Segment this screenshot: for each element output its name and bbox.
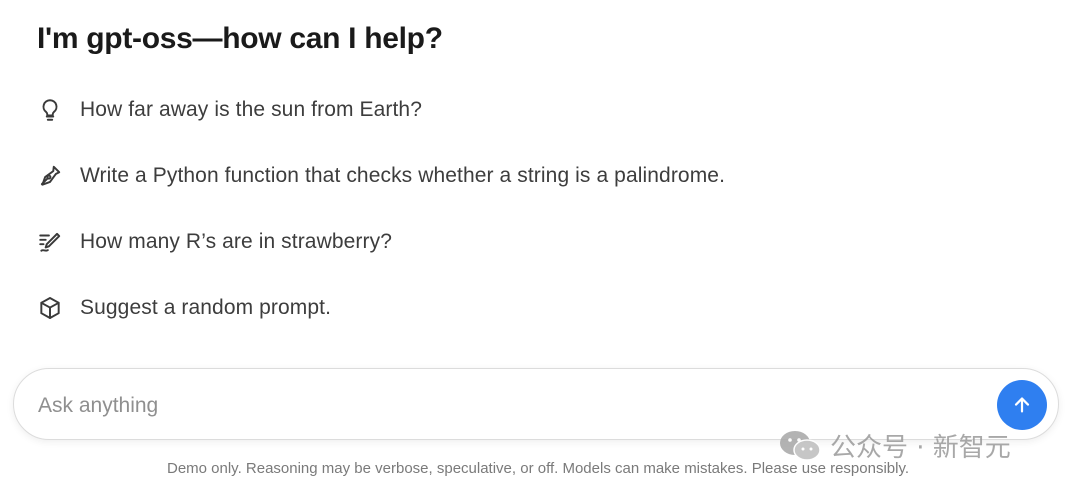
suggestion-label: How far away is the sun from Earth? [80, 98, 422, 121]
suggestion-label: How many R’s are in strawberry? [80, 230, 392, 253]
lightbulb-icon [36, 96, 64, 124]
suggestion-item-palindrome[interactable]: Write a Python function that checks whet… [36, 152, 936, 200]
watermark-text: 公众号 · 新智元 [830, 433, 1011, 463]
suggestion-item-sun-distance[interactable]: How far away is the sun from Earth? [36, 86, 936, 134]
suggestion-item-strawberry[interactable]: How many R’s are in strawberry? [36, 218, 936, 266]
suggestion-label: Write a Python function that checks whet… [80, 164, 725, 187]
suggestion-label: Suggest a random prompt. [80, 296, 332, 319]
watermark: 公众号 · 新智元 [778, 427, 1011, 464]
wechat-icon [780, 430, 821, 461]
send-button[interactable] [997, 380, 1047, 430]
chat-page: I'm gpt-oss—how can I help? How far away… [0, 0, 1080, 490]
page-title: I'm gpt-oss—how can I help? [37, 22, 443, 55]
disclaimer-text: Demo only. Reasoning may be verbose, spe… [166, 460, 910, 477]
suggestion-list: How far away is the sun from Earth? Writ… [36, 86, 936, 350]
suggestion-item-random[interactable]: Suggest a random prompt. [36, 284, 936, 332]
pen-nib-icon [36, 162, 64, 190]
cube-icon [36, 294, 64, 322]
pencil-scribble-icon [36, 228, 64, 256]
arrow-up-icon [1014, 397, 1030, 413]
prompt-input[interactable] [36, 387, 980, 425]
